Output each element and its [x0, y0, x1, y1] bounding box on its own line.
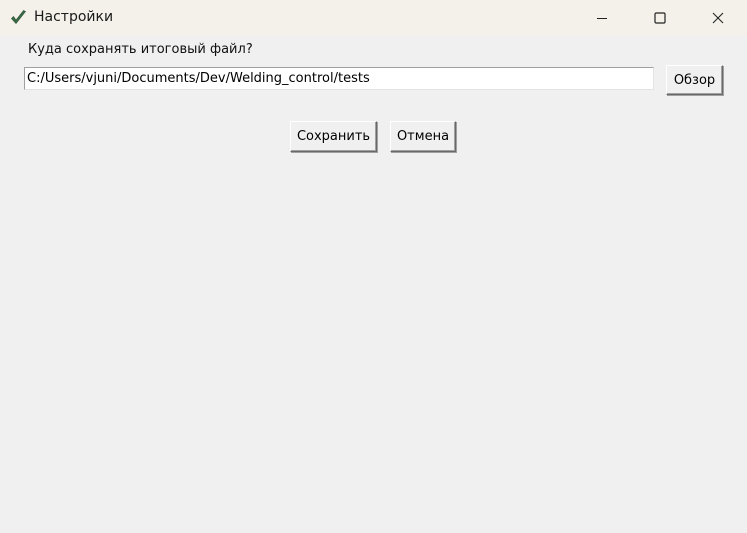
settings-window: Настройки Куда сохранять итоговый файл? … [0, 0, 747, 533]
close-icon [712, 9, 724, 28]
save-path-input[interactable] [24, 67, 654, 90]
close-button[interactable] [689, 0, 747, 36]
minimize-icon [596, 9, 608, 28]
save-location-label: Куда сохранять итоговый файл? [28, 42, 253, 57]
cancel-button[interactable]: Отмена [390, 121, 456, 152]
save-button[interactable]: Сохранить [290, 121, 377, 152]
minimize-button[interactable] [573, 0, 631, 36]
browse-button[interactable]: Обзор [666, 65, 723, 95]
title-bar[interactable]: Настройки [0, 0, 747, 36]
maximize-icon [654, 9, 666, 28]
checkmark-icon [10, 9, 27, 26]
maximize-button[interactable] [631, 0, 689, 36]
window-title: Настройки [34, 9, 114, 25]
